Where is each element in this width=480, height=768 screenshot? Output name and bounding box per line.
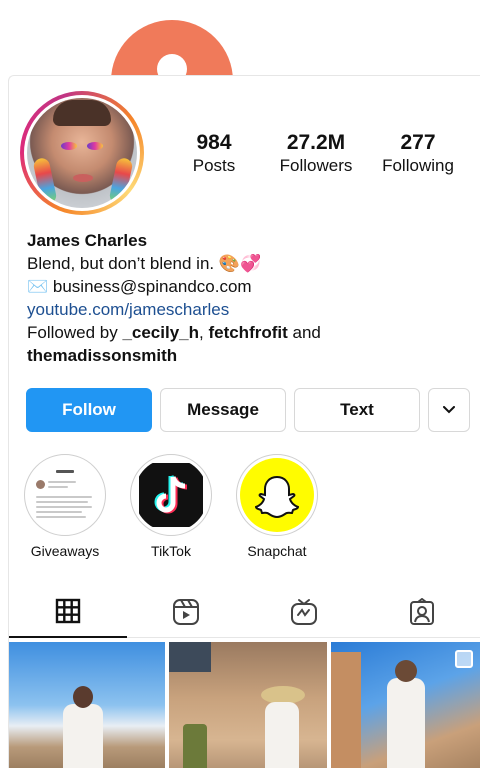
post-thumbnail[interactable]: [169, 642, 327, 768]
followed-and: and: [287, 323, 321, 342]
stat-following-count: 277: [400, 131, 436, 154]
tweet-screenshot-icon: [28, 458, 102, 532]
profile-avatar-story-ring[interactable]: [20, 91, 144, 215]
tiktok-icon: [139, 463, 203, 527]
igtv-icon: [291, 599, 317, 625]
highlight-snapchat-label: Snapchat: [247, 543, 307, 559]
stat-posts-count: 984: [196, 131, 232, 154]
story-highlights: Giveaways TikTok Snapchat: [24, 454, 474, 564]
followed-user-1: _cecily_h: [122, 323, 199, 342]
chevron-down-icon: [443, 406, 455, 414]
stat-posts[interactable]: 984 Posts: [179, 131, 249, 177]
followed-user-2: fetchfrofit: [208, 323, 288, 342]
multiple-photos-icon: [455, 650, 473, 668]
profile-card: 984 Posts 27.2M Followers 277 Following …: [8, 75, 480, 768]
followed-user-3: themadissonsmith: [27, 346, 178, 365]
stat-following[interactable]: 277 Following: [377, 131, 459, 177]
tab-tagged[interactable]: [363, 586, 480, 638]
stat-followers-count: 27.2M: [286, 131, 346, 154]
avatar: [27, 98, 137, 208]
grid-icon: [55, 598, 81, 624]
highlight-tiktok[interactable]: TikTok: [130, 454, 212, 559]
highlight-giveaways-label: Giveaways: [30, 543, 100, 559]
profile-bio: James Charles Blend, but don’t blend in.…: [27, 229, 477, 367]
tab-igtv[interactable]: [245, 586, 363, 638]
tagged-icon: [410, 598, 434, 625]
profile-name: James Charles: [27, 231, 148, 250]
profile-tabs: [9, 586, 480, 638]
text-button[interactable]: Text: [294, 388, 420, 432]
reels-icon: [173, 599, 199, 625]
post-thumbnail[interactable]: [331, 642, 480, 768]
stat-followers[interactable]: 27.2M Followers: [275, 131, 357, 177]
bio-text: Blend, but don’t blend in. 🎨💞: [27, 254, 262, 273]
highlight-tiktok-label: TikTok: [151, 543, 191, 559]
snapchat-icon: [240, 458, 314, 532]
avatar-gap: [24, 95, 140, 211]
stat-followers-label: Followers: [279, 156, 353, 175]
highlight-snapchat[interactable]: Snapchat: [236, 454, 318, 559]
message-button[interactable]: Message: [160, 388, 286, 432]
post-thumbnail[interactable]: [9, 642, 165, 768]
more-button[interactable]: [428, 388, 470, 432]
bio-link[interactable]: youtube.com/jamescharles: [27, 298, 477, 321]
followed-by[interactable]: Followed by _cecily_h, fetchfrofit and: [27, 321, 477, 344]
tab-posts-grid[interactable]: [9, 586, 127, 638]
stat-posts-label: Posts: [192, 156, 236, 175]
posts-grid: [9, 642, 480, 768]
follow-button[interactable]: Follow: [26, 388, 152, 432]
followed-by-prefix: Followed by: [27, 323, 123, 342]
highlight-giveaways[interactable]: Giveaways: [24, 454, 106, 559]
tab-reels[interactable]: [127, 586, 245, 638]
action-buttons: Follow Message Text: [26, 388, 472, 432]
stat-following-label: Following: [382, 156, 454, 175]
bio-email: ✉️ business@spinandco.com: [27, 277, 252, 296]
